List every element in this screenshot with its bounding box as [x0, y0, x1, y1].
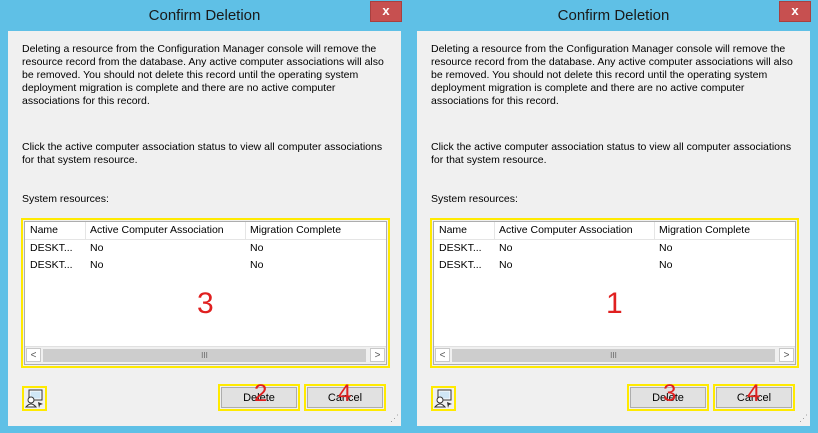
- migration-status: No: [659, 259, 673, 271]
- column-header-migration-complete[interactable]: Migration Complete: [245, 222, 386, 239]
- column-header-migration-complete[interactable]: Migration Complete: [654, 222, 795, 239]
- warning-text: Deleting a resource from the Configurati…: [22, 43, 384, 107]
- cancel-button[interactable]: Cancel 4: [713, 380, 795, 411]
- resource-name: DESKT...: [30, 242, 73, 254]
- list-item[interactable]: DESKT... No No: [25, 257, 386, 274]
- computer-user-button[interactable]: [22, 386, 47, 411]
- system-resources-label: System resources:: [431, 193, 518, 205]
- scroll-thumb[interactable]: III: [43, 349, 366, 362]
- annotation-number: 4: [747, 380, 761, 407]
- active-association-status[interactable]: No: [494, 240, 654, 257]
- horizontal-scrollbar[interactable]: < III >: [434, 346, 795, 364]
- column-header-active-association[interactable]: Active Computer Association: [494, 222, 654, 239]
- system-resources-label: System resources:: [22, 193, 109, 205]
- computer-user-icon: [24, 389, 43, 408]
- system-resources-list[interactable]: Name Active Computer Association Migrati…: [21, 218, 390, 368]
- annotation-number: 4: [338, 380, 352, 407]
- computer-user-button[interactable]: [431, 386, 456, 411]
- title-bar[interactable]: Confirm Deletion x: [409, 0, 818, 30]
- list-item[interactable]: DESKT... No No: [25, 240, 386, 257]
- confirm-deletion-dialog: Confirm Deletion x Deleting a resource f…: [409, 0, 818, 433]
- resource-name: DESKT...: [439, 242, 482, 254]
- dialog-title: Confirm Deletion: [148, 7, 261, 24]
- active-association-status[interactable]: No: [85, 257, 245, 274]
- resize-grip-icon[interactable]: ⋰: [390, 413, 399, 424]
- column-header-active-association[interactable]: Active Computer Association: [85, 222, 245, 239]
- scroll-left-arrow-icon[interactable]: <: [435, 348, 450, 362]
- dialog-body: Deleting a resource from the Configurati…: [8, 31, 401, 426]
- cancel-button[interactable]: Cancel 4: [304, 380, 386, 411]
- resource-name: DESKT...: [30, 259, 73, 271]
- annotation-number: 3: [663, 380, 677, 407]
- dialog-title: Confirm Deletion: [557, 7, 670, 24]
- scroll-left-arrow-icon[interactable]: <: [26, 348, 41, 362]
- resize-grip-icon[interactable]: ⋰: [799, 413, 808, 424]
- resource-name: DESKT...: [439, 259, 482, 271]
- confirm-deletion-dialog: Confirm Deletion x Deleting a resource f…: [0, 0, 409, 433]
- instruction-text: Click the active computer association st…: [431, 141, 792, 166]
- delete-button[interactable]: Delete 2: [218, 380, 300, 411]
- list-header: Name Active Computer Association Migrati…: [25, 222, 386, 240]
- instruction-text: Click the active computer association st…: [22, 141, 383, 166]
- list-item[interactable]: DESKT... No No: [434, 240, 795, 257]
- delete-button[interactable]: Delete 3: [627, 380, 709, 411]
- migration-status: No: [659, 242, 673, 254]
- annotation-number: 2: [254, 380, 268, 407]
- list-header: Name Active Computer Association Migrati…: [434, 222, 795, 240]
- scroll-right-arrow-icon[interactable]: >: [370, 348, 385, 362]
- dialog-body: Deleting a resource from the Configurati…: [417, 31, 810, 426]
- title-bar[interactable]: Confirm Deletion x: [0, 0, 409, 30]
- system-resources-list[interactable]: Name Active Computer Association Migrati…: [430, 218, 799, 368]
- warning-text: Deleting a resource from the Configurati…: [431, 43, 793, 107]
- annotation-number: 1: [606, 287, 623, 320]
- migration-status: No: [250, 242, 264, 254]
- annotation-number: 3: [197, 287, 214, 320]
- close-button[interactable]: x: [370, 1, 402, 22]
- list-item[interactable]: DESKT... No No: [434, 257, 795, 274]
- horizontal-scrollbar[interactable]: < III >: [25, 346, 386, 364]
- active-association-status[interactable]: No: [494, 257, 654, 274]
- column-header-name[interactable]: Name: [434, 222, 494, 239]
- close-button[interactable]: x: [779, 1, 811, 22]
- column-header-name[interactable]: Name: [25, 222, 85, 239]
- active-association-status[interactable]: No: [85, 240, 245, 257]
- scroll-thumb[interactable]: III: [452, 349, 775, 362]
- migration-status: No: [250, 259, 264, 271]
- computer-user-icon: [433, 389, 452, 408]
- scroll-right-arrow-icon[interactable]: >: [779, 348, 794, 362]
